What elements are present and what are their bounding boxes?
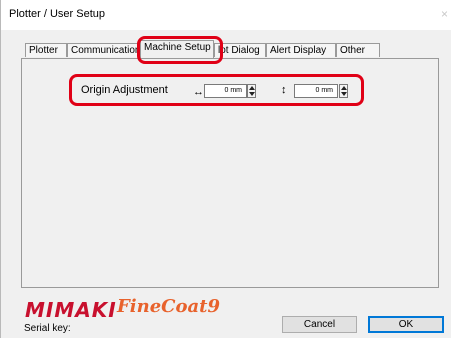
tab-label: lot Dialog: [218, 45, 260, 56]
origin-y-value: 0 mm: [315, 87, 334, 94]
tab-plotter[interactable]: Plotter: [25, 43, 67, 57]
origin-x-value: 0 mm: [224, 87, 243, 94]
tab-label: Plotter: [29, 45, 58, 56]
spin-down-icon[interactable]: [249, 92, 255, 96]
origin-x-stepper[interactable]: [247, 84, 256, 98]
tab-plot-dialog[interactable]: lot Dialog: [214, 43, 266, 57]
origin-x-input[interactable]: 0 mm: [204, 84, 247, 98]
cancel-button[interactable]: Cancel: [282, 316, 357, 333]
serial-key-label: Serial key:: [24, 323, 71, 334]
spin-up-icon[interactable]: [249, 86, 255, 90]
tab-label: Alert Display: [270, 45, 327, 56]
origin-y-input[interactable]: 0 mm: [294, 84, 338, 98]
spin-down-icon[interactable]: [341, 92, 347, 96]
tab-other[interactable]: Other: [336, 43, 380, 57]
window-title: Plotter / User Setup: [9, 8, 105, 20]
tab-label: Other: [340, 45, 366, 56]
ok-button[interactable]: OK: [368, 316, 444, 333]
tab-alert-display[interactable]: Alert Display: [266, 43, 336, 57]
tab-communication[interactable]: Communication: [67, 43, 139, 57]
origin-adjustment-label: Origin Adjustment: [81, 84, 168, 96]
title-bar: Plotter / User Setup ×: [1, 0, 451, 30]
close-icon[interactable]: ×: [441, 7, 448, 21]
spin-up-icon[interactable]: [341, 86, 347, 90]
tab-label: Communication: [71, 45, 139, 56]
horizontal-arrow-icon: ↔: [193, 86, 204, 98]
finecoat-logo: FineCoat9: [117, 296, 220, 317]
tab-machine-setup[interactable]: Machine Setup: [140, 40, 214, 58]
tab-label: Machine Setup: [144, 42, 211, 53]
mimaki-logo: MIMAKI: [25, 298, 117, 322]
origin-y-stepper[interactable]: [339, 84, 348, 98]
user-setup-dialog: Plotter / User Setup × Plotter Communica…: [0, 0, 451, 338]
vertical-arrow-icon: ↕: [281, 84, 287, 96]
